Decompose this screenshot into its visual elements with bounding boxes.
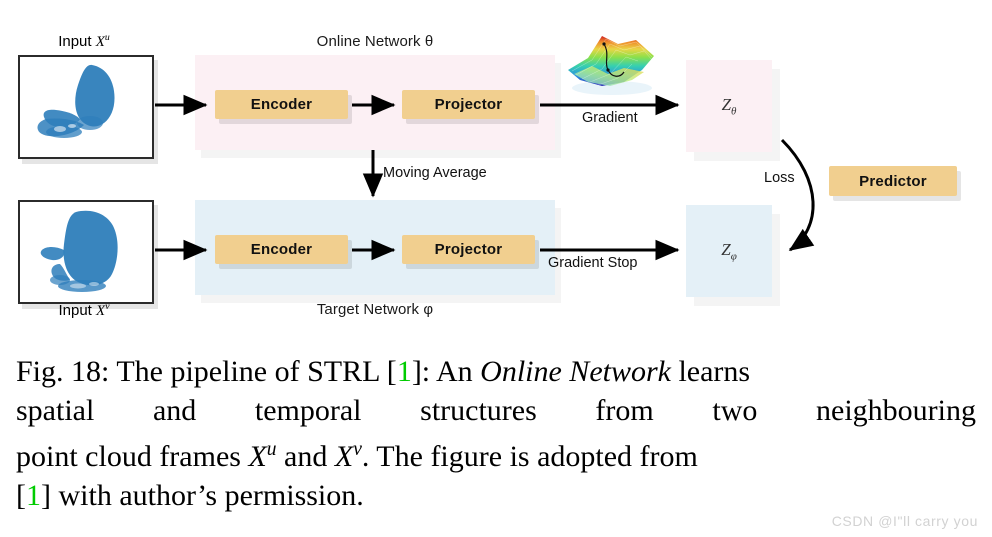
predictor-box[interactable]: Predictor	[829, 166, 957, 196]
caption-emphasis-online-network: Online Network	[480, 355, 671, 388]
caption-line-1: Fig. 18: The pipeline of STRL [1]: An On…	[16, 355, 751, 388]
target-encoder-box[interactable]: Encoder	[215, 235, 348, 264]
caption-word: two	[712, 394, 758, 427]
z-phi-label: Zφ	[721, 239, 737, 263]
figure-caption: Fig. 18: The pipeline of STRL [1]: An On…	[16, 352, 976, 515]
figure-stage: Online Network θ Input Xu Encoder Projec…	[0, 0, 992, 537]
input-top-label: Input Xu	[18, 32, 150, 51]
caption-word: and	[152, 394, 197, 427]
csdn-watermark: CSDN @I"ll carry you	[831, 513, 978, 529]
input-bottom-label: Input Xv	[18, 301, 150, 320]
target-projector-box[interactable]: Projector	[402, 235, 535, 264]
caption-word: from	[595, 394, 654, 427]
input-bottom-label-prefix: Input	[58, 302, 97, 319]
caption-word: neighbouring	[816, 394, 976, 427]
input-thumbnail-top	[18, 55, 154, 159]
input-top-label-prefix: Input	[58, 33, 96, 50]
z-theta-plate: Zθ	[686, 60, 772, 152]
caption-reference-2[interactable]: 1	[26, 479, 41, 512]
gradient-edge-label: Gradient	[582, 110, 638, 126]
input-top-label-var: Xu	[95, 32, 110, 50]
z-theta-label: Zθ	[721, 94, 737, 118]
point-cloud-icon	[20, 57, 152, 157]
online-encoder-box[interactable]: Encoder	[215, 90, 348, 119]
caption-word: structures	[420, 394, 537, 427]
loss-landscape-surface-icon	[562, 30, 662, 98]
caption-word: temporal	[254, 394, 362, 427]
input-bottom-label-var: Xv	[96, 301, 110, 319]
caption-line-2: spatial and temporal structures from two…	[16, 391, 976, 430]
caption-line-4: [1] with author’s permission.	[16, 479, 364, 512]
input-thumbnail-bottom	[18, 200, 154, 304]
caption-line-3: point cloud frames Xu and Xv. The figure…	[16, 439, 698, 473]
z-phi-plate: Zφ	[686, 205, 772, 297]
online-network-caption: Online Network θ	[316, 33, 434, 50]
point-cloud-icon	[20, 202, 152, 302]
loss-edge-label: Loss	[764, 170, 795, 186]
caption-math-xu: Xu	[248, 439, 277, 473]
caption-math-xv: Xv	[334, 439, 362, 473]
online-projector-box[interactable]: Projector	[402, 90, 535, 119]
target-network-caption: Target Network φ	[316, 301, 434, 318]
caption-reference-1[interactable]: 1	[397, 355, 412, 388]
moving-average-edge-label: Moving Average	[383, 165, 487, 181]
gradient-stop-edge-label: Gradient Stop	[548, 255, 638, 271]
caption-word: spatial	[16, 394, 95, 427]
